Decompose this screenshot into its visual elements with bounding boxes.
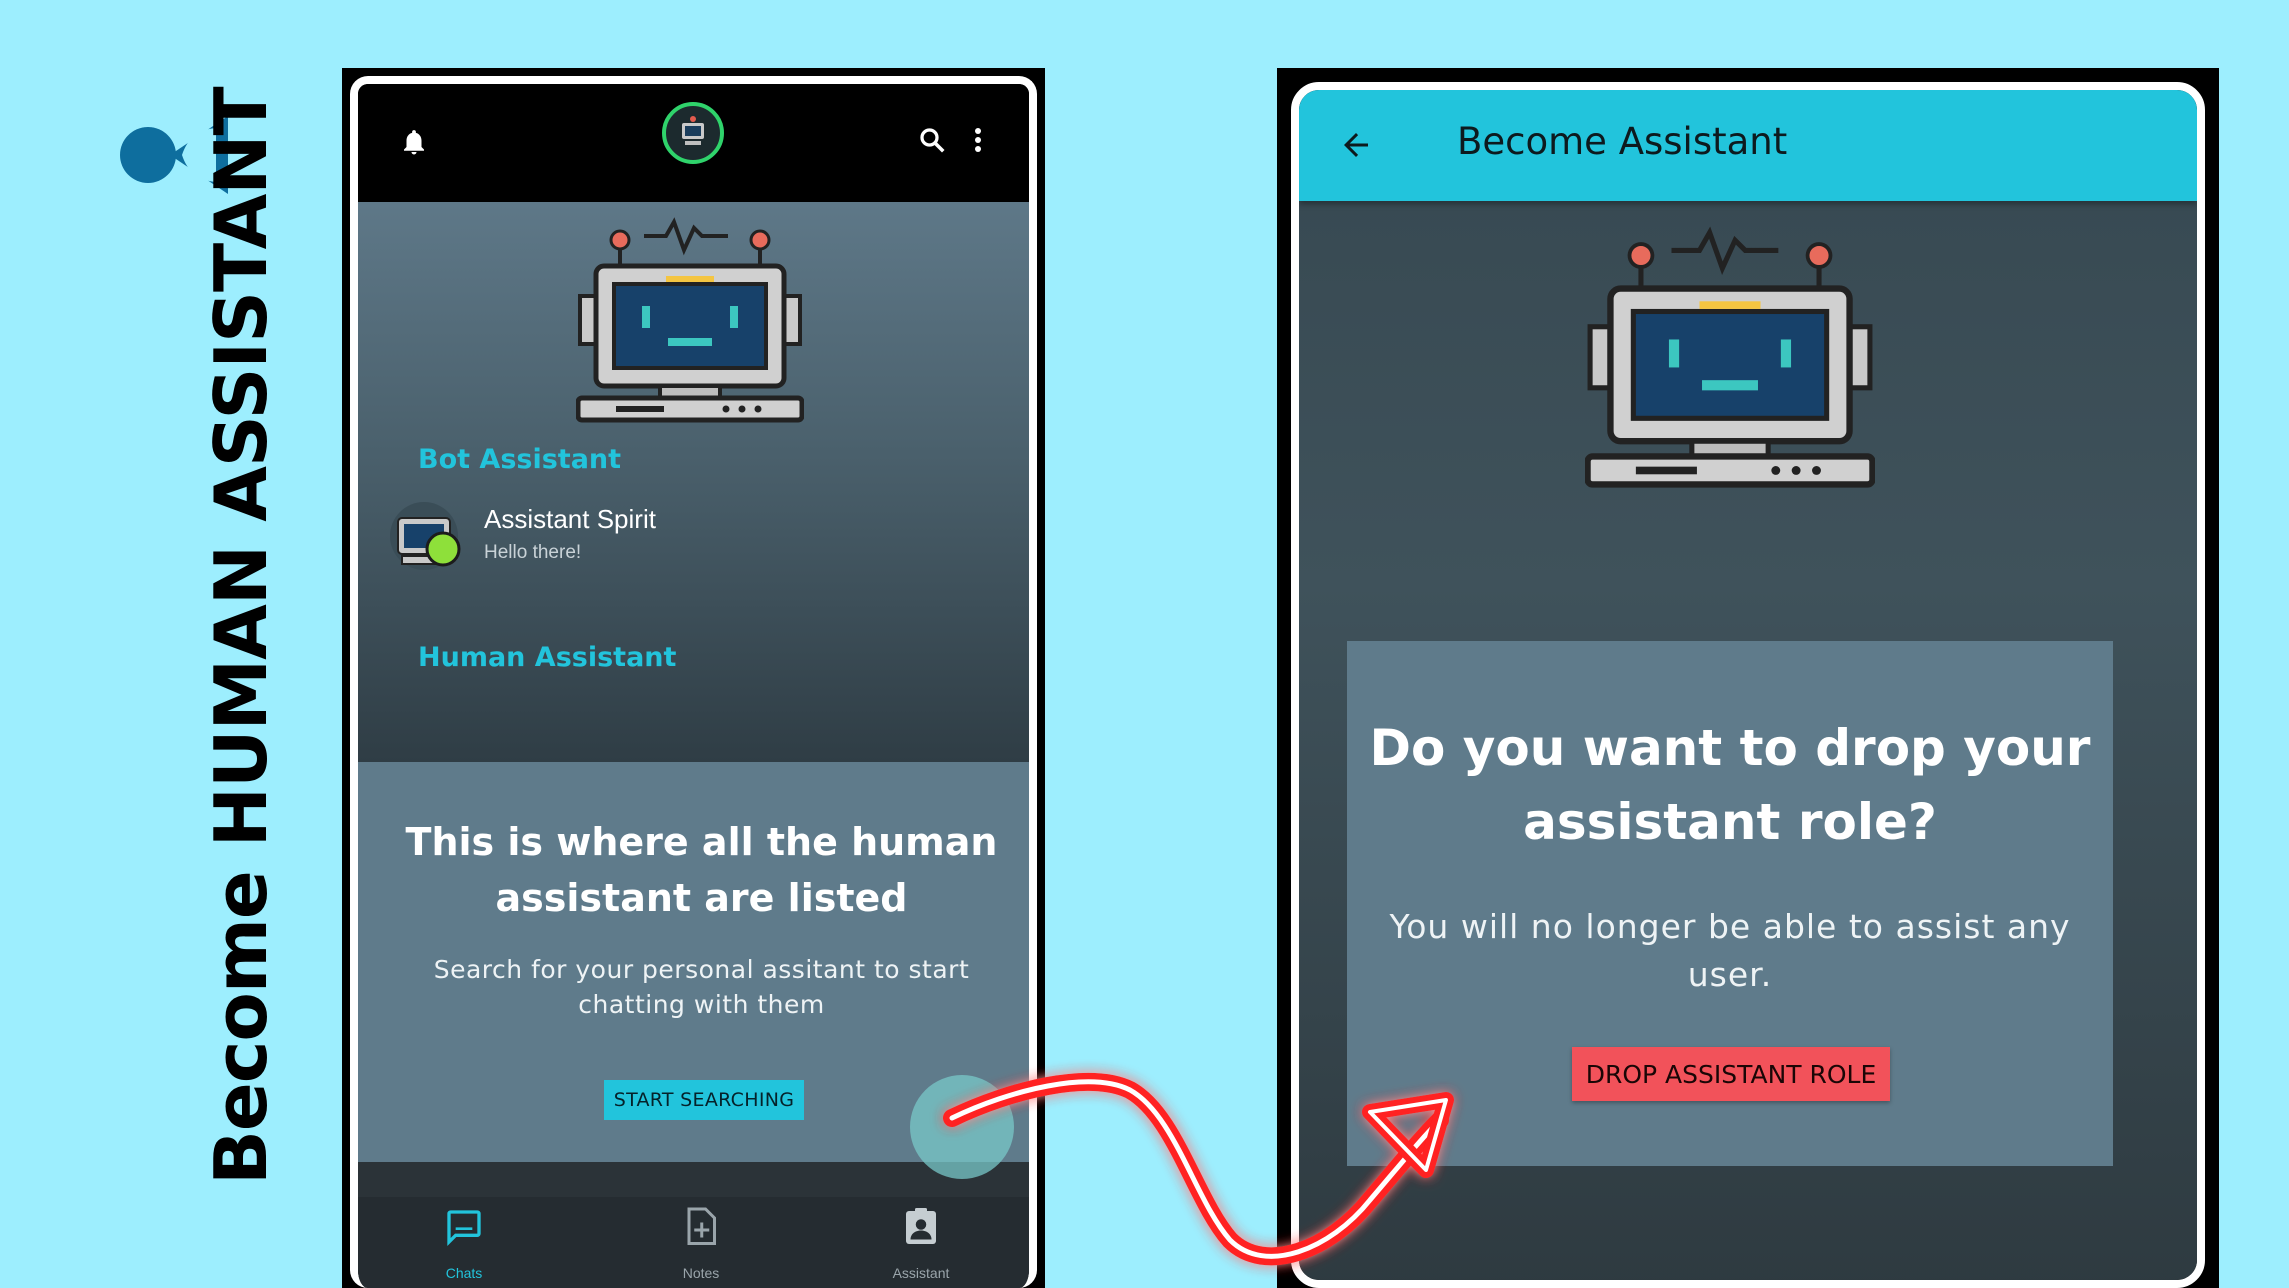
- nav-item-chats[interactable]: Chats: [404, 1203, 524, 1288]
- robot-illustration: [576, 217, 804, 423]
- right-phone-screen: Become Assistant Do you want to drop you…: [1291, 82, 2205, 1288]
- right-phone: Become Assistant Do you want to drop you…: [1277, 68, 2219, 1288]
- drop-assistant-role-button[interactable]: DROP ASSISTANT ROLE: [1572, 1047, 1890, 1101]
- chat-icon: [447, 1210, 481, 1247]
- become-assistant-body: Do you want to drop your assistant role?…: [1299, 201, 2197, 1280]
- drop-role-dialog: Do you want to drop your assistant role?…: [1347, 641, 2113, 1166]
- bell-icon[interactable]: [394, 122, 434, 162]
- page-title: Become Human Assistant: [199, 87, 283, 1185]
- assignment-ind-icon: [906, 1208, 936, 1244]
- dialog-message: You will no longer be able to assist any…: [1389, 907, 2071, 994]
- robot-avatar-icon[interactable]: [662, 102, 724, 164]
- page-title-part1: Become: [199, 847, 283, 1185]
- empty-state-subtitle: Search for your personal assitant to sta…: [433, 955, 970, 1019]
- left-phone-screen: Bot Assistant Assistant Spirit Hello the…: [350, 76, 1037, 1288]
- left-phone: Bot Assistant Assistant Spirit Hello the…: [342, 68, 1045, 1288]
- chat-preview: Hello there!: [484, 542, 582, 563]
- floating-action-button[interactable]: [910, 1075, 1014, 1179]
- nav-item-notes[interactable]: Notes: [641, 1203, 761, 1288]
- screen-title: Become Assistant: [1457, 120, 1788, 163]
- bot-avatar: [390, 502, 461, 570]
- bot-assistant-heading: Bot Assistant: [418, 444, 622, 475]
- more-vert-icon[interactable]: [964, 120, 992, 160]
- chat-list: Bot Assistant Assistant Spirit Hello the…: [358, 202, 1029, 762]
- start-searching-button[interactable]: START SEARCHING: [604, 1080, 804, 1120]
- list-item[interactable]: Assistant Spirit Hello there!: [388, 498, 1008, 580]
- nav-label: Notes: [682, 1265, 720, 1281]
- search-icon[interactable]: [912, 120, 952, 160]
- bottom-navigation: Chats Notes Assistant: [358, 1197, 1029, 1288]
- nav-item-assistant[interactable]: Assistant: [861, 1203, 981, 1288]
- top-app-bar: [358, 84, 1029, 202]
- app-bar: Become Assistant: [1299, 90, 2197, 201]
- dialog-title: Do you want to drop your assistant role?: [1369, 719, 2091, 851]
- page-title-part2: Human Assistant: [199, 87, 283, 848]
- note-add-icon: [687, 1207, 716, 1245]
- robot-illustration: [1585, 226, 1875, 488]
- empty-state-title: This is where all the human assistant ar…: [405, 820, 998, 920]
- nav-label: Assistant: [892, 1265, 950, 1281]
- nav-label: Chats: [445, 1265, 483, 1281]
- human-assistant-heading: Human Assistant: [418, 642, 677, 673]
- chat-name: Assistant Spirit: [484, 504, 656, 534]
- arrow-back-icon[interactable]: [1329, 118, 1383, 172]
